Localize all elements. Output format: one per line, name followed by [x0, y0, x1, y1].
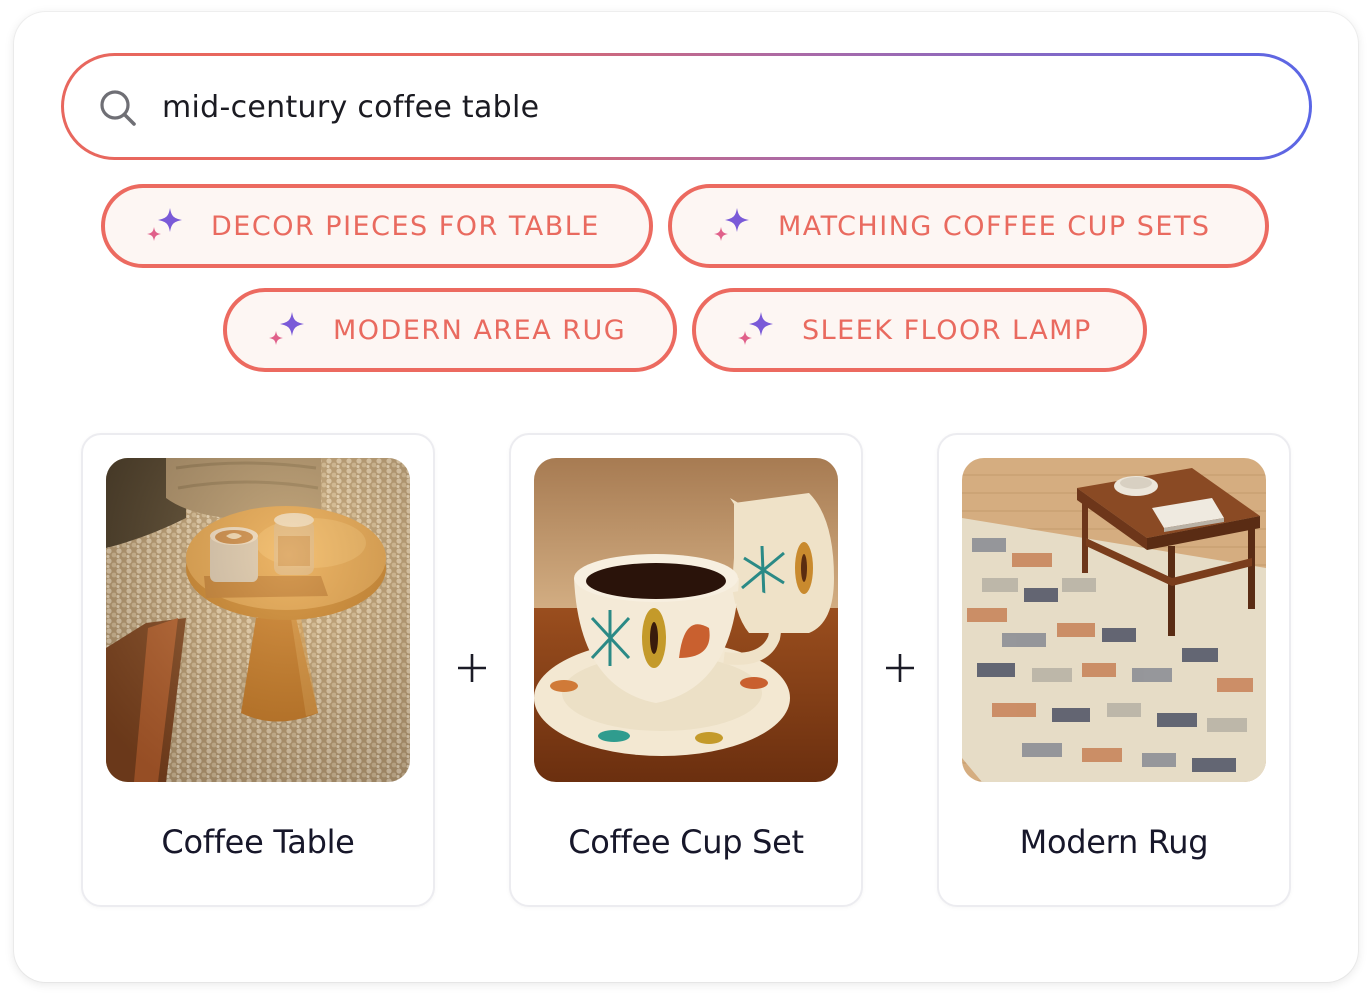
search-input[interactable]: mid-century coffee table: [64, 56, 1309, 157]
sparkle-icon: [714, 208, 749, 241]
plus-icon: [458, 654, 486, 682]
suggestion-label: SLEEK FLOOR LAMP: [802, 314, 1092, 346]
coffee-table-photo[interactable]: [106, 458, 410, 782]
sparkle-icon: [738, 312, 773, 345]
suggestion-chip-matching-cups[interactable]: MATCHING COFFEE CUP SETS: [668, 184, 1269, 268]
suggestion-chip-area-rug[interactable]: MODERN AREA RUG: [223, 288, 677, 372]
suggestion-chip-floor-lamp[interactable]: SLEEK FLOOR LAMP: [692, 288, 1147, 372]
search-icon: [100, 90, 136, 126]
coffee-cup-set-photo[interactable]: [534, 458, 838, 782]
product-card-coffee-table[interactable]: Coffee Table: [81, 433, 435, 907]
product-card-coffee-cup-set[interactable]: Coffee Cup Set: [509, 433, 863, 907]
search-query[interactable]: mid-century coffee table: [162, 86, 539, 130]
sparkle-icon: [269, 312, 304, 345]
product-card-modern-rug[interactable]: Modern Rug: [937, 433, 1291, 907]
suggestion-label: MATCHING COFFEE CUP SETS: [778, 210, 1211, 242]
plus-icon: [886, 654, 914, 682]
suggestion-chip-decor-pieces[interactable]: DECOR PIECES FOR TABLE: [101, 184, 653, 268]
product-title: Modern Rug: [1019, 823, 1209, 861]
suggestion-label: MODERN AREA RUG: [333, 314, 627, 346]
modern-rug-photo[interactable]: [962, 458, 1266, 782]
sparkle-icon: [147, 208, 182, 241]
search-bar[interactable]: mid-century coffee table: [61, 53, 1312, 160]
product-title: Coffee Table: [161, 823, 355, 861]
suggestion-label: DECOR PIECES FOR TABLE: [211, 210, 600, 242]
product-title: Coffee Cup Set: [568, 823, 804, 861]
